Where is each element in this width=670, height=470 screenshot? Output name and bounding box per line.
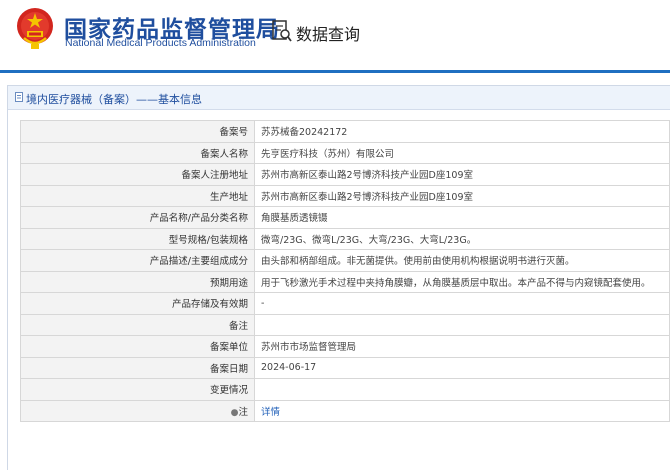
table-row: 备案日期 2024-06-17 <box>20 356 670 379</box>
field-value: 角膜基质透镜镊 <box>254 206 670 229</box>
field-label: 备案单位 <box>20 335 255 358</box>
field-value: 2024-06-17 <box>254 356 670 379</box>
field-value <box>254 313 670 336</box>
national-emblem-icon <box>17 8 53 49</box>
data-query-icon <box>272 20 292 42</box>
field-label: 备案日期 <box>20 356 255 379</box>
table-row: 备案单位 苏州市市场监督管理局 <box>20 335 670 358</box>
field-label: 生产地址 <box>20 184 255 207</box>
field-label: 备注 <box>20 313 255 336</box>
table-row: ●注 详情 <box>20 399 670 422</box>
note-value-cell: 详情 <box>254 399 670 422</box>
table-row: 预期用途 用于飞秒激光手术过程中夹持角膜瓣，从角膜基质层中取出。本产品不得与内窥… <box>20 270 670 293</box>
field-value: 苏州市市场监督管理局 <box>254 335 670 358</box>
field-label: 预期用途 <box>20 270 255 293</box>
document-icon <box>15 92 23 102</box>
table-row: 产品描述/主要组成成分 由头部和柄部组成。非无菌提供。使用前由使用机构根据说明书… <box>20 249 670 272</box>
panel-header: 境内医疗器械（备案）——基本信息 <box>8 86 670 110</box>
field-value: - <box>254 292 670 315</box>
table-row: 型号规格/包装规格 微弯/23G、微弯L/23G、大弯/23G、大弯L/23G。 <box>20 227 670 250</box>
field-label: 备案号 <box>20 120 255 143</box>
table-row: 产品存储及有效期 - <box>20 292 670 315</box>
page-title: 数据查询 <box>296 25 361 44</box>
field-label: 型号规格/包装规格 <box>20 227 255 250</box>
field-value: 由头部和柄部组成。非无菌提供。使用前由使用机构根据说明书进行灭菌。 <box>254 249 670 272</box>
record-table: 备案号 苏苏械备20242172 备案人名称 先亨医疗科技（苏州）有限公司 备案… <box>20 120 670 422</box>
table-row: 备案人名称 先亨医疗科技（苏州）有限公司 <box>20 141 670 164</box>
field-label: 产品名称/产品分类名称 <box>20 206 255 229</box>
panel-title: 境内医疗器械（备案）——基本信息 <box>26 93 202 106</box>
field-value: 微弯/23G、微弯L/23G、大弯/23G、大弯L/23G。 <box>254 227 670 250</box>
field-value: 苏州市高新区泰山路2号博济科技产业园D座109室 <box>254 184 670 207</box>
table-row: 产品名称/产品分类名称 角膜基质透镜镊 <box>20 206 670 229</box>
header-divider <box>0 70 670 73</box>
site-header: 国家药品监督管理局 National Medical Products Admi… <box>0 0 670 70</box>
note-label: 注 <box>238 406 248 418</box>
field-label: 备案人注册地址 <box>20 163 255 186</box>
field-value: 苏苏械备20242172 <box>254 120 670 143</box>
field-value <box>254 378 670 401</box>
agency-name-en: National Medical Products Administration <box>65 37 256 49</box>
table-row: 备注 <box>20 313 670 336</box>
details-link[interactable]: 详情 <box>261 407 280 418</box>
table-row: 备案号 苏苏械备20242172 <box>20 120 670 143</box>
field-label: 变更情况 <box>20 378 255 401</box>
table-row: 变更情况 <box>20 378 670 401</box>
table-row: 生产地址 苏州市高新区泰山路2号博济科技产业园D座109室 <box>20 184 670 207</box>
field-value: 用于飞秒激光手术过程中夹持角膜瓣，从角膜基质层中取出。本产品不得与内窥镜配套使用… <box>254 270 670 293</box>
field-label: 产品描述/主要组成成分 <box>20 249 255 272</box>
field-label: 产品存储及有效期 <box>20 292 255 315</box>
table-row: 备案人注册地址 苏州市高新区泰山路2号博济科技产业园D座109室 <box>20 163 670 186</box>
field-label: 备案人名称 <box>20 141 255 164</box>
note-label-cell: ●注 <box>20 399 255 422</box>
field-value: 先亨医疗科技（苏州）有限公司 <box>254 141 670 164</box>
field-value: 苏州市高新区泰山路2号博济科技产业园D座109室 <box>254 163 670 186</box>
